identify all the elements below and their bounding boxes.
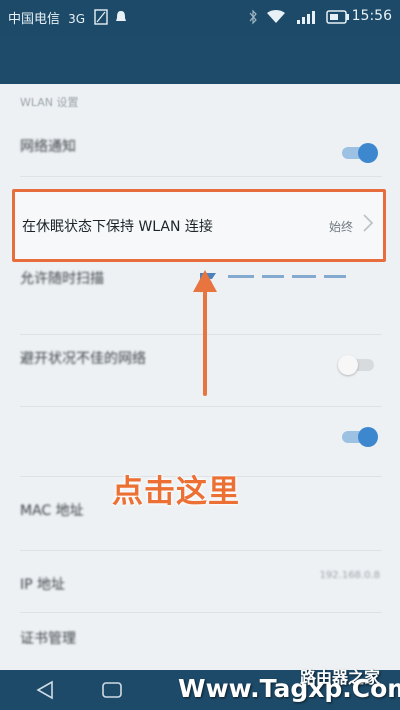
battery-icon <box>326 9 350 29</box>
keep-wlan-row[interactable]: 在休眠状态下保持 WLAN 连接 始终 <box>12 189 386 262</box>
mac-label: MAC 地址 <box>20 503 84 519</box>
wifi-icon <box>266 9 286 29</box>
divider <box>20 612 382 613</box>
divider <box>20 406 382 407</box>
wps-row[interactable] <box>0 420 400 460</box>
notification-icon <box>114 9 128 29</box>
callout-text: 点击这里 <box>112 474 240 510</box>
scan-title: 允许随时扫描 <box>20 271 104 287</box>
carrier-name: 中国电信 <box>8 12 61 27</box>
signal-icon <box>296 9 318 29</box>
network-notify-row[interactable]: 网络通知 <box>0 122 400 172</box>
network-type: 3G <box>68 12 86 26</box>
divider <box>20 176 382 177</box>
app-bar <box>0 34 400 84</box>
brand-logo <box>196 271 370 295</box>
wps-toggle[interactable] <box>338 426 378 448</box>
back-icon[interactable] <box>34 678 56 706</box>
ip-value: 192.168.0.8 <box>319 570 380 581</box>
section-label: WLAN 设置 <box>20 96 79 109</box>
sim-icon <box>94 9 108 29</box>
watermark-site: Www.Tagxp.Com <box>178 674 400 703</box>
carrier-group: 中国电信 3G <box>8 8 85 27</box>
bluetooth-icon <box>248 9 258 29</box>
chevron-right-icon <box>361 211 375 235</box>
ip-row: IP 地址 192.168.0.8 <box>0 568 400 608</box>
certs-row[interactable]: 证书管理 <box>0 624 400 664</box>
ip-label: IP 地址 <box>20 577 66 593</box>
status-bar: 中国电信 3G 15:56 <box>0 0 400 34</box>
keep-wlan-title: 在休眠状态下保持 WLAN 连接 <box>22 219 213 235</box>
home-icon[interactable] <box>100 678 124 706</box>
arrow-up-icon <box>190 266 220 396</box>
certs-label: 证书管理 <box>20 631 76 647</box>
avoid-poor-toggle[interactable] <box>338 354 378 376</box>
network-notify-title: 网络通知 <box>20 139 76 155</box>
clock: 15:56 <box>351 8 392 24</box>
network-notify-toggle[interactable] <box>338 142 378 164</box>
avoid-poor-title: 避开状况不佳的网络 <box>20 351 146 367</box>
keep-wlan-value: 始终 <box>328 220 353 234</box>
divider <box>20 550 382 551</box>
